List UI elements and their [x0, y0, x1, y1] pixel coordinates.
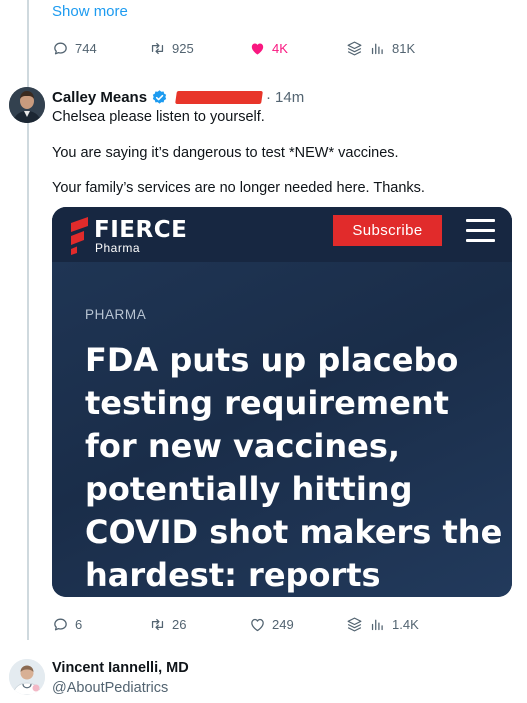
tweet-text-line: You are saying it’s dangerous to test *N… [52, 145, 399, 161]
author-name[interactable]: Calley Means [52, 89, 147, 106]
like-icon [249, 40, 266, 57]
views-count: 81K [392, 40, 416, 56]
repost-button[interactable]: 26 [149, 614, 186, 634]
like-count: 249 [272, 616, 294, 632]
reply-button[interactable]: 744 [52, 38, 97, 58]
fierce-logo-icon [71, 217, 88, 255]
tweet-text-line: Your family’s services are no longer nee… [52, 180, 425, 196]
separator-dot: · [266, 88, 272, 106]
like-count: 4K [272, 40, 288, 56]
author-handle[interactable]: @AboutPediatrics [52, 679, 189, 697]
tweet-time[interactable]: 14m [275, 89, 304, 106]
like-icon [249, 616, 266, 633]
subscribe-button: Subscribe [333, 215, 442, 246]
reply-icon [52, 616, 69, 633]
repost-button[interactable]: 925 [149, 38, 194, 58]
tweet-actions: 6 26 249 1.4K [52, 614, 512, 634]
next-tweet-author: Vincent Iannelli, MD @AboutPediatrics [52, 659, 189, 697]
avatar-vincent-iannelli[interactable] [9, 659, 45, 695]
tweet-media-image[interactable]: FIERCE Pharma Subscribe PHARMA FDA puts … [52, 207, 512, 597]
show-more-link[interactable]: Show more [52, 3, 128, 20]
brand-subtitle: Pharma [95, 241, 141, 255]
menu-icon [466, 219, 495, 243]
previous-tweet-actions: 744 925 4K 81K [52, 38, 512, 58]
tweet-text-line: Chelsea please listen to yourself. [52, 109, 265, 125]
views-icon [369, 616, 386, 633]
author-name[interactable]: Vincent Iannelli, MD [52, 659, 189, 677]
repost-icon [149, 40, 166, 57]
repost-icon [149, 616, 166, 633]
reply-icon [52, 40, 69, 57]
reply-count: 744 [75, 40, 97, 56]
views-count: 1.4K [392, 616, 419, 632]
avatar-calley-means[interactable] [9, 87, 45, 123]
brand-name: FIERCE [94, 217, 188, 243]
views-icon [369, 40, 386, 57]
stack-icon [346, 40, 363, 57]
views-button[interactable]: 1.4K [346, 614, 419, 634]
repost-count: 26 [172, 616, 187, 632]
repost-count: 925 [172, 40, 194, 56]
article-headline: FDA puts up placebo testing requirement … [85, 341, 503, 594]
views-button[interactable]: 81K [346, 38, 415, 58]
article-category: PHARMA [85, 307, 147, 322]
like-button[interactable]: 249 [249, 614, 294, 634]
reply-button[interactable]: 6 [52, 614, 82, 634]
redacted-handle [175, 90, 263, 104]
reply-count: 6 [75, 616, 83, 632]
tweet-author-row: Calley Means · 14m [52, 87, 304, 107]
verified-icon [151, 89, 168, 106]
stack-icon [346, 616, 363, 633]
like-button[interactable]: 4K [249, 38, 288, 58]
